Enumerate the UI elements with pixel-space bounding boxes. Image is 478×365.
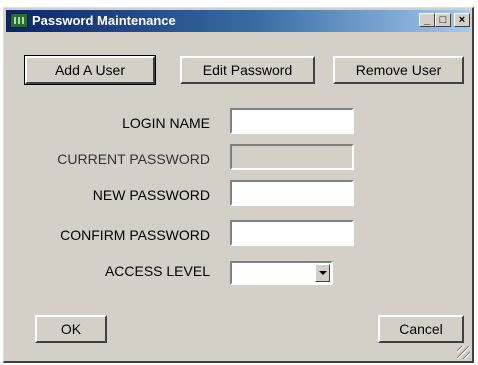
remove-user-button[interactable]: Remove User [333,56,464,84]
confirm-password-field[interactable] [230,220,354,246]
minimize-button[interactable]: _ [419,13,435,27]
chevron-down-icon[interactable] [315,264,330,282]
edit-password-button[interactable]: Edit Password [180,56,315,84]
confirm-password-label: CONFIRM PASSWORD [60,227,210,243]
add-user-button[interactable]: Add A User [24,55,156,85]
login-name-label: LOGIN NAME [122,115,210,131]
access-level-select[interactable] [230,261,333,285]
current-password-field [230,144,354,170]
current-password-label: CURRENT PASSWORD [57,151,210,167]
resize-grip-icon[interactable] [457,346,470,359]
new-password-field[interactable] [230,180,354,206]
app-icon [10,13,28,28]
access-level-label: ACCESS LEVEL [104,263,210,279]
ok-button[interactable]: OK [35,315,107,343]
cancel-button[interactable]: Cancel [378,315,464,343]
close-button[interactable]: × [454,13,470,27]
login-name-field[interactable] [230,108,354,134]
window-title: Password Maintenance [32,13,176,28]
password-maintenance-window: Password Maintenance _ □ × Add A User Ed… [3,7,474,363]
title-bar[interactable]: Password Maintenance _ □ × [6,10,470,32]
new-password-label: NEW PASSWORD [92,187,210,203]
maximize-button[interactable]: □ [435,13,451,27]
